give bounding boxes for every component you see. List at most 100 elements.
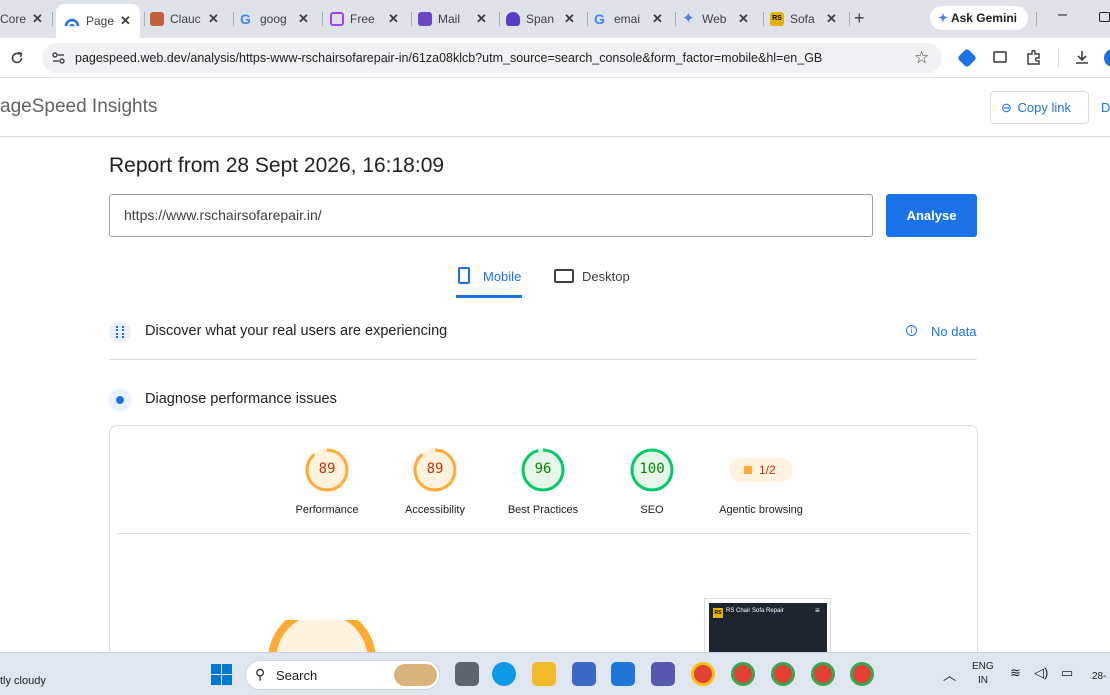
chrome-profile-icon[interactable] (811, 662, 835, 686)
address-bar[interactable]: pagespeed.web.dev/analysis/https-www-rsc… (42, 43, 942, 73)
score-value: 89 (426, 461, 444, 477)
score-label: Performance (295, 504, 359, 516)
browser-tab[interactable]: G goog ✕ (240, 6, 318, 32)
score-value: 96 (534, 461, 552, 477)
score-label: Best Practices (507, 504, 579, 516)
edge-icon[interactable] (492, 662, 516, 686)
link-icon: ⊖ (1001, 100, 1012, 115)
language-code[interactable]: ENG (972, 661, 994, 672)
close-tab-icon[interactable]: ✕ (120, 13, 131, 29)
cube-icon (330, 12, 344, 26)
pagespeed-icon (64, 18, 80, 27)
page-screenshot-thumbnail: RS RS Chair Sofa Repair ≡ (704, 598, 831, 658)
info-icon: i (906, 325, 917, 336)
browser-tab[interactable]: Span ✕ (506, 6, 584, 32)
score-gauge[interactable]: 100 (629, 447, 675, 493)
agentic-badge[interactable]: 1/2 (729, 458, 793, 482)
score-label: Accessibility (405, 504, 465, 516)
score-label: SEO (640, 504, 664, 516)
browser-tab[interactable]: Mail ✕ (418, 6, 496, 32)
download-icon[interactable] (1074, 49, 1090, 65)
task-view-icon[interactable] (455, 662, 479, 686)
close-tab-icon[interactable]: ✕ (826, 11, 837, 27)
search-highlight-image (394, 664, 437, 686)
wifi-icon[interactable]: ≋ (1010, 665, 1021, 681)
users-icon (109, 321, 131, 343)
chrome-icon[interactable] (691, 662, 715, 686)
search-icon: ⚲ (255, 666, 266, 682)
score-gauge[interactable]: 89 (412, 447, 458, 493)
windows-taskbar: tly cloudy ⚲ Search ︿ ENG IN ≋ ◁) ▭ 28- (0, 652, 1110, 695)
report-title: Report from 28 Sept 2026, 16:18:09 (109, 154, 445, 177)
close-tab-icon[interactable]: ✕ (208, 11, 219, 27)
volume-icon[interactable]: ◁) (1034, 665, 1048, 681)
gemini-icon: ✦ (682, 10, 695, 27)
profile-avatar[interactable] (1104, 49, 1110, 67)
score-value: 100 (639, 461, 665, 477)
teams-icon[interactable] (651, 662, 675, 686)
browser-tab[interactable]: Core ✕ (0, 6, 50, 32)
windows-start-icon[interactable] (211, 664, 232, 685)
more-button-cut[interactable]: D (1101, 100, 1110, 115)
url-input[interactable]: https://www.rschairsofarepair.in/ (109, 194, 873, 237)
rs-icon: RS (770, 12, 784, 26)
score-gauge[interactable]: 96 (520, 447, 566, 493)
browser-tab[interactable]: Clauc ✕ (150, 6, 228, 32)
outlook-icon[interactable] (611, 662, 635, 686)
url-text: pagespeed.web.dev/analysis/https-www-rsc… (75, 51, 823, 65)
browser-tab[interactable]: G emai ✕ (594, 6, 672, 32)
close-tab-icon[interactable]: ✕ (738, 11, 749, 27)
close-tab-icon[interactable]: ✕ (476, 11, 487, 27)
diagnose-heading: Diagnose performance issues (145, 391, 337, 407)
chrome-profile-icon[interactable] (771, 662, 795, 686)
tab-mobile[interactable]: Mobile (456, 264, 522, 298)
chrome-profile-icon[interactable] (731, 662, 755, 686)
no-data-link[interactable]: No data (931, 324, 977, 339)
real-users-heading: Discover what your real users are experi… (145, 323, 448, 339)
tab-desktop[interactable]: Desktop (554, 264, 640, 298)
site-settings-icon[interactable] (52, 52, 65, 64)
browser-tab[interactable]: RS Sofa ✕ (770, 6, 848, 32)
restore-button[interactable] (1099, 12, 1110, 22)
psi-header: ageSpeed Insights ⊖ Copy link D (0, 79, 1110, 137)
ask-gemini-button[interactable]: ✦ Ask Gemini (930, 6, 1028, 30)
reload-icon[interactable] (10, 51, 24, 65)
agentic-label: Agentic browsing (719, 504, 803, 516)
app-title: ageSpeed Insights (0, 96, 158, 117)
google-icon: G (594, 11, 605, 27)
new-tab-button[interactable]: + (854, 8, 865, 29)
desktop-icon (554, 269, 574, 283)
browser-tab-strip: Core ✕ Page ✕ Clauc ✕ G goog ✕ Free ✕ Ma… (0, 0, 1110, 38)
extension-icon[interactable] (957, 48, 977, 68)
browser-tab[interactable]: ✦ Web ✕ (682, 6, 760, 32)
chevron-up-icon[interactable]: ︿ (943, 665, 956, 684)
google-icon: G (240, 11, 251, 27)
battery-icon[interactable]: ▭ (1061, 665, 1073, 681)
close-tab-icon[interactable]: ✕ (298, 11, 309, 27)
taskbar-search[interactable]: ⚲ Search (245, 660, 440, 690)
close-tab-icon[interactable]: ✕ (652, 11, 663, 27)
minimize-button[interactable]: – (1058, 6, 1067, 24)
cast-icon[interactable] (993, 51, 1007, 63)
spam-icon (506, 12, 520, 26)
close-tab-icon[interactable]: ✕ (388, 11, 399, 27)
analyse-button[interactable]: Analyse (886, 194, 977, 237)
close-tab-icon[interactable]: ✕ (32, 11, 43, 27)
copy-link-button[interactable]: ⊖ Copy link (990, 91, 1089, 124)
orange-square-icon (744, 466, 752, 474)
chrome-profile-icon[interactable] (850, 662, 874, 686)
store-icon[interactable] (572, 662, 596, 686)
gemini-icon: ✦ (938, 11, 949, 25)
browser-tab[interactable]: Free ✕ (330, 6, 408, 32)
file-explorer-icon[interactable] (532, 662, 556, 686)
region-code[interactable]: IN (978, 675, 988, 686)
browser-tab-active[interactable]: Page ✕ (56, 4, 140, 38)
score-gauge[interactable]: 89 (304, 447, 350, 493)
mobile-icon (458, 267, 470, 284)
puzzle-icon[interactable] (1026, 49, 1042, 65)
browser-toolbar: pagespeed.web.dev/analysis/https-www-rsc… (0, 38, 1110, 78)
bookmark-star-icon[interactable]: ☆ (914, 43, 929, 73)
clock[interactable]: 28- (1092, 671, 1106, 682)
weather-text[interactable]: tly cloudy (0, 675, 46, 687)
close-tab-icon[interactable]: ✕ (564, 11, 575, 27)
